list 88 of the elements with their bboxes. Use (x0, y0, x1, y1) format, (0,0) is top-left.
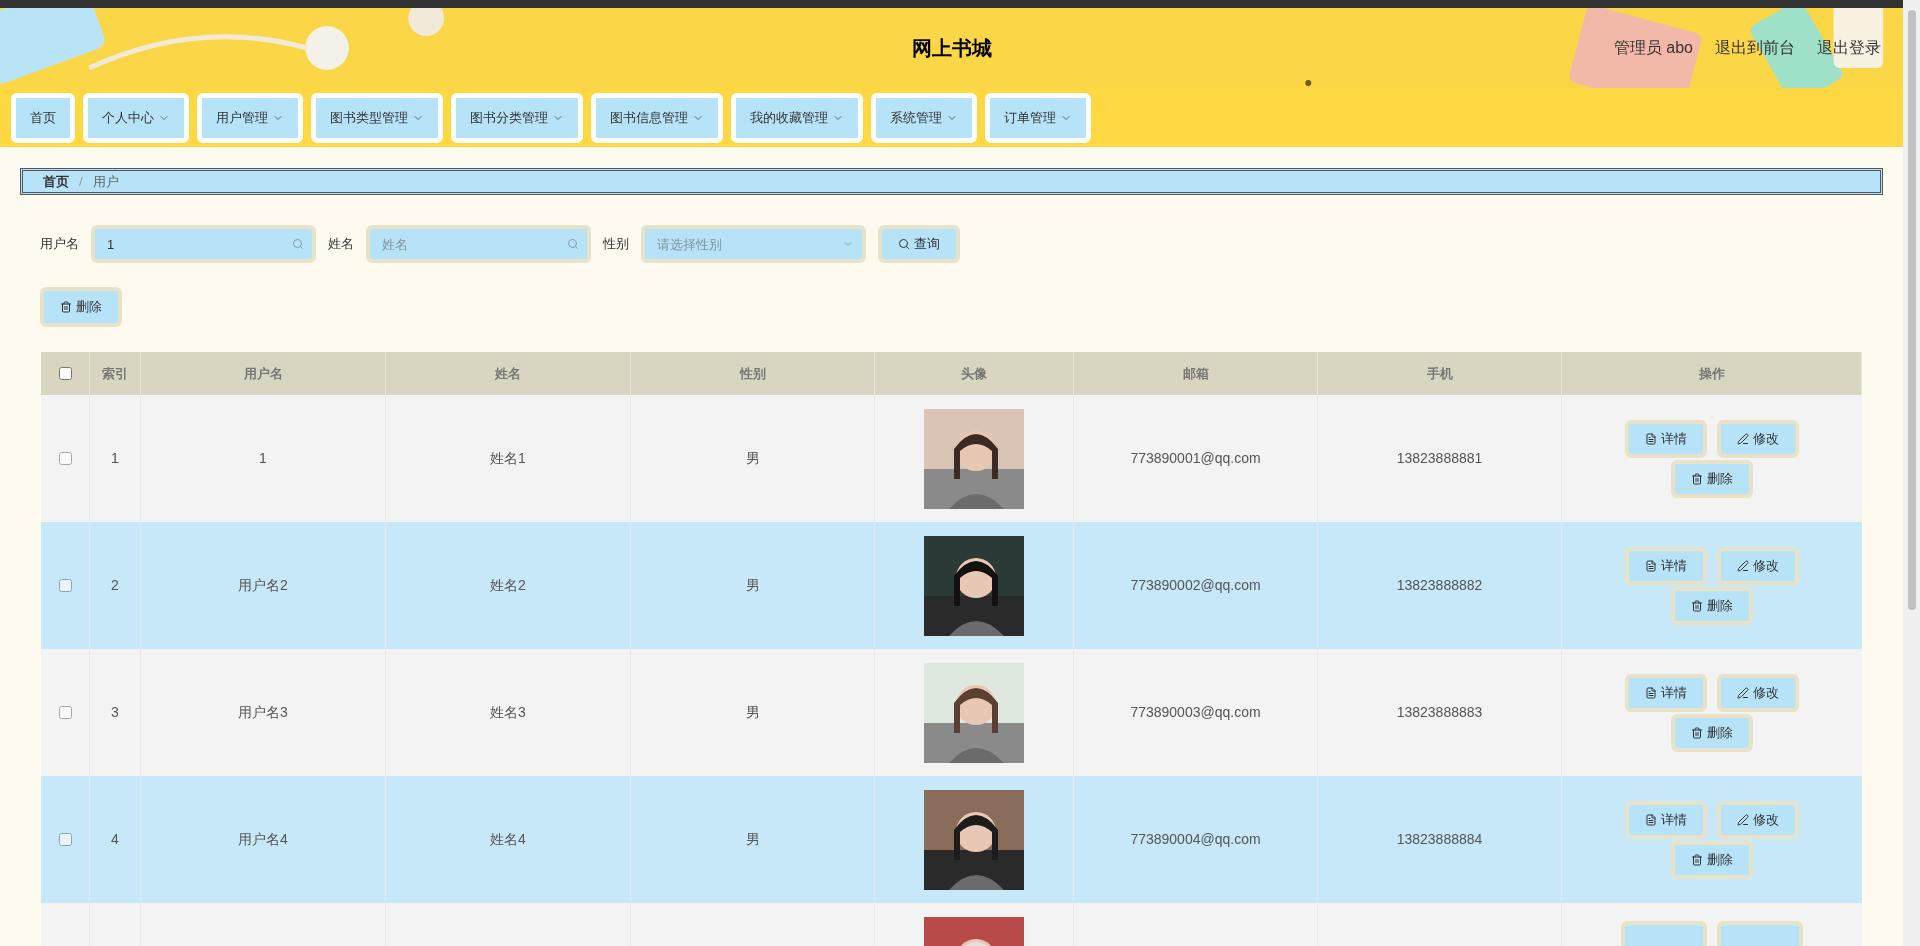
row-checkbox[interactable] (58, 579, 72, 592)
table-cell-text: 用户名2 (238, 576, 288, 595)
filter-label: 用户名 (40, 235, 79, 254)
trash-icon (1691, 599, 1703, 612)
table-cell-text: 1 (259, 449, 267, 468)
table-cell-text: 773890003@qq.com (1130, 703, 1261, 722)
breadcrumb-item[interactable]: 首页 (43, 171, 69, 192)
trash-icon (1691, 853, 1703, 866)
row-checkbox[interactable] (58, 452, 72, 465)
document-icon (1645, 813, 1657, 826)
table-cell-text: 姓名1 (490, 449, 526, 468)
details-button[interactable]: 详情 (1625, 546, 1707, 585)
scrollbar[interactable] (1903, 0, 1920, 946)
table-cell-text: 男 (745, 703, 760, 722)
delete-button[interactable]: 删除 (1671, 840, 1753, 879)
trash-icon (1691, 726, 1703, 739)
column-header: 性别 (739, 364, 766, 383)
document-icon (1645, 559, 1657, 572)
nav-menu-item[interactable]: 图书类型管理 (311, 92, 443, 143)
details-button[interactable]: 详情 (1625, 800, 1707, 839)
search-icon (898, 238, 910, 250)
table-cell-text: 男 (745, 449, 760, 468)
table-cell-text: 姓名3 (490, 703, 526, 722)
table-cell-text: 用户名3 (238, 703, 288, 722)
nav-menu-item[interactable]: 个人中心 (83, 92, 189, 143)
column-header: 邮箱 (1182, 364, 1209, 383)
pencil-icon (1737, 813, 1749, 826)
table-cell-text: 2 (111, 576, 119, 595)
table-cell-text: 773890004@qq.com (1130, 830, 1261, 849)
pencil-icon (1737, 686, 1749, 699)
search-button[interactable]: 查询 (878, 225, 960, 263)
nav-menu-item[interactable]: 用户管理 (197, 92, 303, 143)
trash-icon (60, 301, 72, 313)
edit-button[interactable]: 修改 (1717, 800, 1799, 839)
table-cell-text: 773890002@qq.com (1130, 576, 1261, 595)
pencil-icon (1737, 559, 1749, 572)
edit-button[interactable]: 修改 (1717, 673, 1799, 712)
breadcrumb-item: 用户 (92, 172, 119, 191)
nav-menu-item[interactable]: 图书分类管理 (451, 92, 583, 143)
table-cell-text: 姓名4 (490, 830, 526, 849)
pencil-icon (1737, 432, 1749, 445)
input-field[interactable]: 1 (91, 225, 316, 263)
delete-button[interactable]: 删除 (1671, 713, 1753, 752)
table-cell-text: 13823888882 (1396, 576, 1483, 595)
search-icon (292, 238, 304, 250)
table-cell-text: 男 (745, 576, 760, 595)
delete-button[interactable]: 删除 (1671, 459, 1753, 498)
details-button[interactable]: 详情 (1625, 673, 1707, 712)
nav-menu-item[interactable]: 订单管理 (985, 92, 1091, 143)
document-icon (1645, 432, 1657, 445)
table-cell-text: 1 (111, 449, 119, 468)
column-header: 用户名 (243, 364, 283, 383)
nav-menu-item[interactable]: 系统管理 (871, 92, 977, 143)
table-cell-text: 13823888881 (1396, 449, 1483, 468)
column-header: 索引 (102, 364, 128, 383)
filter-label: 姓名 (328, 235, 354, 254)
trash-icon (1691, 472, 1703, 485)
column-header: 头像 (961, 364, 987, 383)
select-all-checkbox[interactable] (58, 367, 72, 380)
table-cell-text: 用户名4 (238, 830, 288, 849)
site-title: 网上书城 (911, 36, 992, 61)
input-field[interactable]: 姓名 (366, 225, 591, 263)
delete-button[interactable]: 删除 (1671, 586, 1753, 625)
column-header: 姓名 (495, 364, 521, 383)
details-button[interactable]: 详情 (1625, 419, 1707, 458)
row-checkbox[interactable] (58, 833, 72, 846)
row-checkbox[interactable] (58, 706, 72, 719)
search-icon (567, 238, 579, 250)
column-header: 手机 (1426, 364, 1453, 383)
nav-menu-item[interactable]: 图书信息管理 (591, 92, 723, 143)
nav-menu-item[interactable]: 首页 (11, 92, 75, 143)
delete-button[interactable]: 删除 (40, 287, 122, 327)
breadcrumb-separator: / (79, 172, 83, 191)
table-cell-text: 4 (111, 830, 119, 849)
table-cell-text: 3 (111, 703, 119, 722)
table-cell-text: 男 (745, 830, 760, 849)
table-cell-text: 13823888884 (1396, 830, 1483, 849)
filter-label: 性别 (603, 235, 629, 254)
edit-button[interactable]: 修改 (1717, 546, 1799, 585)
table-cell-text: 773890001@qq.com (1130, 449, 1261, 468)
table-cell-text: 13823888883 (1396, 703, 1483, 722)
document-icon (1645, 686, 1657, 699)
edit-button[interactable]: 修改 (1717, 419, 1799, 458)
gender-select[interactable]: 请选择性别 (641, 225, 866, 263)
column-header: 操作 (1698, 364, 1725, 383)
admin-label: 管理员 abo (1613, 38, 1693, 58)
table-cell-text: 姓名2 (490, 576, 526, 595)
nav-menu-item[interactable]: 我的收藏管理 (731, 92, 863, 143)
